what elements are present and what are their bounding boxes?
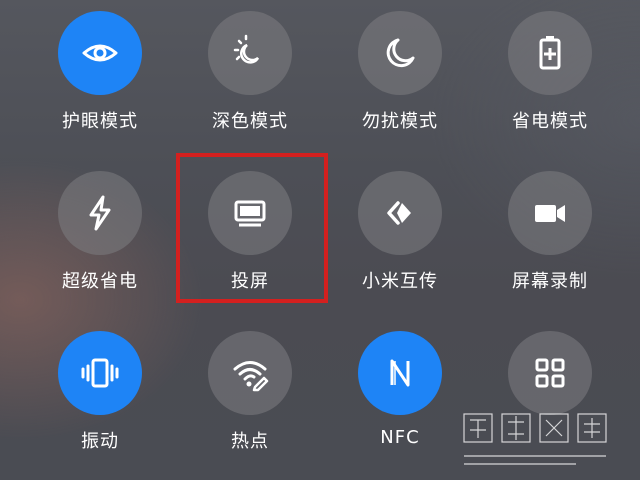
tile-do-not-disturb[interactable]: 勿扰模式 <box>325 11 475 161</box>
tile-vibrate[interactable]: 振动 <box>25 331 175 480</box>
screen-cast-toggle[interactable] <box>208 171 292 255</box>
grid-icon <box>535 358 565 388</box>
battery-plus-icon <box>539 36 561 70</box>
tile-label: 勿扰模式 <box>362 111 438 132</box>
tile-label: 超级省电 <box>62 271 138 292</box>
share-arrows-icon <box>387 201 411 225</box>
tile-label: 热点 <box>231 431 269 452</box>
tile-screen-record[interactable]: 屏幕录制 <box>475 171 625 321</box>
nfc-toggle[interactable] <box>358 331 442 415</box>
tile-battery-saver[interactable]: 省电模式 <box>475 11 625 161</box>
tile-mi-share[interactable]: 小米互传 <box>325 171 475 321</box>
hotspot-toggle[interactable] <box>208 331 292 415</box>
eye-icon <box>82 44 118 62</box>
tile-dark-mode[interactable]: 深色模式 <box>175 11 325 161</box>
tile-label: NFC <box>380 427 420 448</box>
dark-mode-toggle[interactable] <box>208 11 292 95</box>
tile-nfc[interactable]: NFC <box>325 331 475 480</box>
do-not-disturb-toggle[interactable] <box>358 11 442 95</box>
nfc-icon <box>390 359 410 387</box>
tile-eye-protection[interactable]: 护眼模式 <box>25 11 175 161</box>
ultra-battery-saver-toggle[interactable] <box>58 171 142 255</box>
tile-label: 深色模式 <box>212 111 288 132</box>
tile-label: 屏幕录制 <box>512 271 588 292</box>
tile-screen-cast[interactable]: 投屏 <box>175 171 325 321</box>
eye-protection-toggle[interactable] <box>58 11 142 95</box>
sun-moon-icon <box>233 34 260 64</box>
tile-label: 振动 <box>81 431 119 452</box>
tile-label: 投屏 <box>231 271 269 292</box>
mi-share-toggle[interactable] <box>358 171 442 255</box>
screen-record-toggle[interactable] <box>508 171 592 255</box>
tile-hotspot[interactable]: 热点 <box>175 331 325 480</box>
vibrate-toggle[interactable] <box>58 331 142 415</box>
wifi-hotspot-icon <box>233 361 269 392</box>
tile-label: 护眼模式 <box>62 111 138 132</box>
monitor-icon <box>234 200 266 227</box>
battery-saver-toggle[interactable] <box>508 11 592 95</box>
watermark-logo <box>463 413 607 465</box>
tile-label: 小米互传 <box>362 271 438 292</box>
tile-ultra-battery-saver[interactable]: 超级省电 <box>25 171 175 321</box>
vibrate-icon <box>81 358 119 388</box>
video-camera-icon <box>535 205 565 222</box>
more-tiles-button[interactable] <box>508 331 592 415</box>
moon-icon <box>386 38 415 68</box>
tile-label: 省电模式 <box>512 111 588 132</box>
lightning-icon <box>89 195 111 231</box>
